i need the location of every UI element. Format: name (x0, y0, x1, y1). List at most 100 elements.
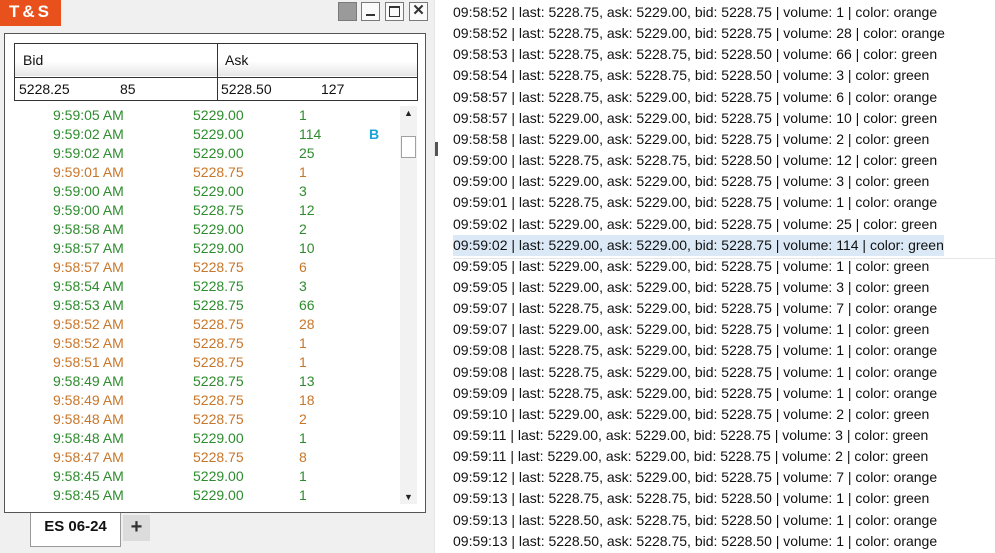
trade-row[interactable]: 9:58:51 AM 5228.75 1 (5, 353, 399, 372)
trade-price: 5229.00 (193, 145, 244, 161)
trade-row[interactable]: 9:59:05 AM 5229.00 1 (5, 106, 399, 125)
scroll-down-arrow-icon[interactable]: ▼ (400, 490, 417, 504)
bid-size: 85 (120, 81, 136, 97)
trade-row[interactable]: 9:58:48 AM 5228.75 2 (5, 410, 399, 429)
trade-time: 9:58:48 AM (53, 411, 124, 427)
log-line[interactable]: 09:59:13 | last: 5228.50, ask: 5228.75, … (453, 510, 937, 531)
trade-time: 9:59:05 AM (53, 107, 124, 123)
quote-table: Bid Ask 5228.25 85 5228.50 127 (14, 43, 418, 101)
log-line[interactable]: 09:59:01 | last: 5228.75, ask: 5229.00, … (453, 192, 937, 213)
log-line[interactable]: 09:59:11 | last: 5229.00, ask: 5229.00, … (453, 425, 928, 446)
trade-row[interactable]: 9:59:01 AM 5228.75 1 (5, 163, 399, 182)
trade-row[interactable]: 9:58:45 AM 5229.00 1 (5, 467, 399, 486)
log-line[interactable]: 09:59:08 | last: 5228.75, ask: 5229.00, … (453, 362, 937, 383)
log-line[interactable]: 09:59:10 | last: 5229.00, ask: 5229.00, … (453, 404, 929, 425)
trade-volume: 1 (299, 468, 307, 484)
trade-row[interactable]: 9:58:58 AM 5229.00 2 (5, 220, 399, 239)
minimize-button[interactable] (361, 2, 380, 21)
trades-list[interactable]: 9:59:05 AM 5229.00 1 9:59:02 AM 5229.00 114 B 9… (5, 106, 399, 508)
trade-time: 9:58:47 AM (53, 449, 124, 465)
trade-row[interactable]: 9:58:45 AM 5229.00 1 (5, 486, 399, 505)
log-line[interactable]: 09:58:52 | last: 5228.75, ask: 5229.00, … (453, 23, 945, 44)
close-button[interactable]: ✕ (409, 2, 428, 21)
add-tab-button[interactable]: + (123, 515, 150, 541)
trade-row[interactable]: 9:59:02 AM 5229.00 25 (5, 144, 399, 163)
trade-time: 9:58:45 AM (53, 468, 124, 484)
trade-time: 9:59:00 AM (53, 202, 124, 218)
tab-instrument[interactable]: ES 06-24 (30, 513, 121, 547)
trade-row[interactable]: 9:58:49 AM 5228.75 18 (5, 391, 399, 410)
minimize-icon (366, 14, 375, 16)
trade-volume: 1 (299, 107, 307, 123)
log-line[interactable]: 09:59:12 | last: 5228.75, ask: 5229.00, … (453, 467, 937, 488)
trade-row[interactable]: 9:58:48 AM 5229.00 1 (5, 429, 399, 448)
link-color-button[interactable] (338, 2, 357, 21)
trade-price: 5229.00 (193, 430, 244, 446)
log-line[interactable]: 09:59:13 | last: 5228.75, ask: 5228.75, … (453, 488, 929, 509)
log-line[interactable]: 09:58:53 | last: 5228.75, ask: 5228.75, … (453, 44, 937, 65)
log-line[interactable]: 09:59:07 | last: 5229.00, ask: 5229.00, … (453, 319, 929, 340)
trade-volume: 6 (299, 259, 307, 275)
scroll-thumb[interactable] (401, 136, 416, 158)
trade-row[interactable]: 9:59:00 AM 5228.75 12 (5, 201, 399, 220)
trade-row[interactable]: 9:59:00 AM 5229.00 3 (5, 182, 399, 201)
log-line[interactable]: 09:59:08 | last: 5228.75, ask: 5229.00, … (453, 340, 937, 361)
trade-time: 9:58:45 AM (53, 487, 124, 503)
trade-row[interactable]: 9:59:02 AM 5229.00 114 B (5, 125, 399, 144)
trade-time: 9:59:01 AM (53, 164, 124, 180)
trade-row[interactable]: 9:58:57 AM 5229.00 10 (5, 239, 399, 258)
ts-panel: Bid Ask 5228.25 85 5228.50 127 9:59:05 A… (4, 33, 426, 513)
trade-volume: 3 (299, 183, 307, 199)
trade-volume: 114 (299, 126, 322, 142)
trade-row[interactable]: 9:58:49 AM 5228.75 13 (5, 372, 399, 391)
log-line[interactable]: 09:58:57 | last: 5229.00, ask: 5229.00, … (453, 108, 937, 129)
trade-price: 5229.00 (193, 487, 244, 503)
trade-row[interactable]: 9:58:52 AM 5228.75 28 (5, 315, 399, 334)
log-line[interactable]: 09:59:09 | last: 5228.75, ask: 5229.00, … (453, 383, 937, 404)
trade-price: 5228.75 (193, 202, 244, 218)
window-title[interactable]: T&S (0, 0, 61, 26)
trade-row[interactable]: 9:58:54 AM 5228.75 3 (5, 277, 399, 296)
trade-price: 5228.75 (193, 354, 244, 370)
trade-price: 5229.00 (193, 126, 244, 142)
log-line[interactable]: 09:59:11 | last: 5229.00, ask: 5229.00, … (453, 446, 928, 467)
trade-time: 9:58:49 AM (53, 392, 124, 408)
bid-header: Bid (23, 52, 44, 68)
trade-time: 9:59:02 AM (53, 145, 124, 161)
log-line[interactable]: 09:59:13 | last: 5228.50, ask: 5228.75, … (453, 531, 937, 552)
log-line[interactable]: 09:58:52 | last: 5228.75, ask: 5229.00, … (453, 2, 937, 23)
log-line[interactable]: 09:59:07 | last: 5228.75, ask: 5229.00, … (453, 298, 937, 319)
log-line[interactable]: 09:59:00 | last: 5229.00, ask: 5229.00, … (453, 171, 929, 192)
trade-row[interactable]: 9:58:52 AM 5228.75 1 (5, 334, 399, 353)
trade-time: 9:58:54 AM (53, 278, 124, 294)
scroll-up-arrow-icon[interactable]: ▲ (400, 106, 417, 120)
bid-price: 5228.25 (19, 81, 70, 97)
log-line[interactable]: 09:58:57 | last: 5228.75, ask: 5229.00, … (453, 87, 937, 108)
trade-volume: 1 (299, 354, 307, 370)
trade-price: 5229.00 (193, 107, 244, 123)
pane-splitter[interactable] (434, 0, 452, 553)
log-line[interactable]: 09:59:05 | last: 5229.00, ask: 5229.00, … (453, 256, 929, 277)
trade-time: 9:58:57 AM (53, 259, 124, 275)
trade-row[interactable]: 9:58:57 AM 5228.75 6 (5, 258, 399, 277)
log-line[interactable]: 09:58:54 | last: 5228.75, ask: 5228.75, … (453, 65, 929, 86)
trade-volume: 3 (299, 278, 307, 294)
trade-time: 9:58:53 AM (53, 297, 124, 313)
log-line[interactable]: 09:58:58 | last: 5229.00, ask: 5229.00, … (453, 129, 929, 150)
trade-row[interactable]: 9:58:53 AM 5228.75 66 (5, 296, 399, 315)
log-line[interactable]: 09:59:02 | last: 5229.00, ask: 5229.00, … (453, 234, 944, 256)
trade-log[interactable]: 09:58:52 | last: 5228.75, ask: 5229.00, … (453, 0, 995, 553)
log-line[interactable]: 09:59:02 | last: 5229.00, ask: 5229.00, … (453, 214, 937, 235)
trade-price: 5228.75 (193, 411, 244, 427)
log-line[interactable]: 09:59:05 | last: 5229.00, ask: 5229.00, … (453, 277, 929, 298)
trades-scrollbar[interactable]: ▲ ▼ (400, 106, 417, 504)
splitter-grip[interactable] (435, 142, 438, 156)
trade-volume: 66 (299, 297, 315, 313)
trade-price: 5228.75 (193, 259, 244, 275)
trade-price: 5228.75 (193, 164, 244, 180)
trade-price: 5228.75 (193, 316, 244, 332)
trade-volume: 12 (299, 202, 315, 218)
maximize-button[interactable] (385, 2, 404, 21)
log-line[interactable]: 09:59:00 | last: 5228.75, ask: 5228.75, … (453, 150, 937, 171)
trade-row[interactable]: 9:58:47 AM 5228.75 8 (5, 448, 399, 467)
